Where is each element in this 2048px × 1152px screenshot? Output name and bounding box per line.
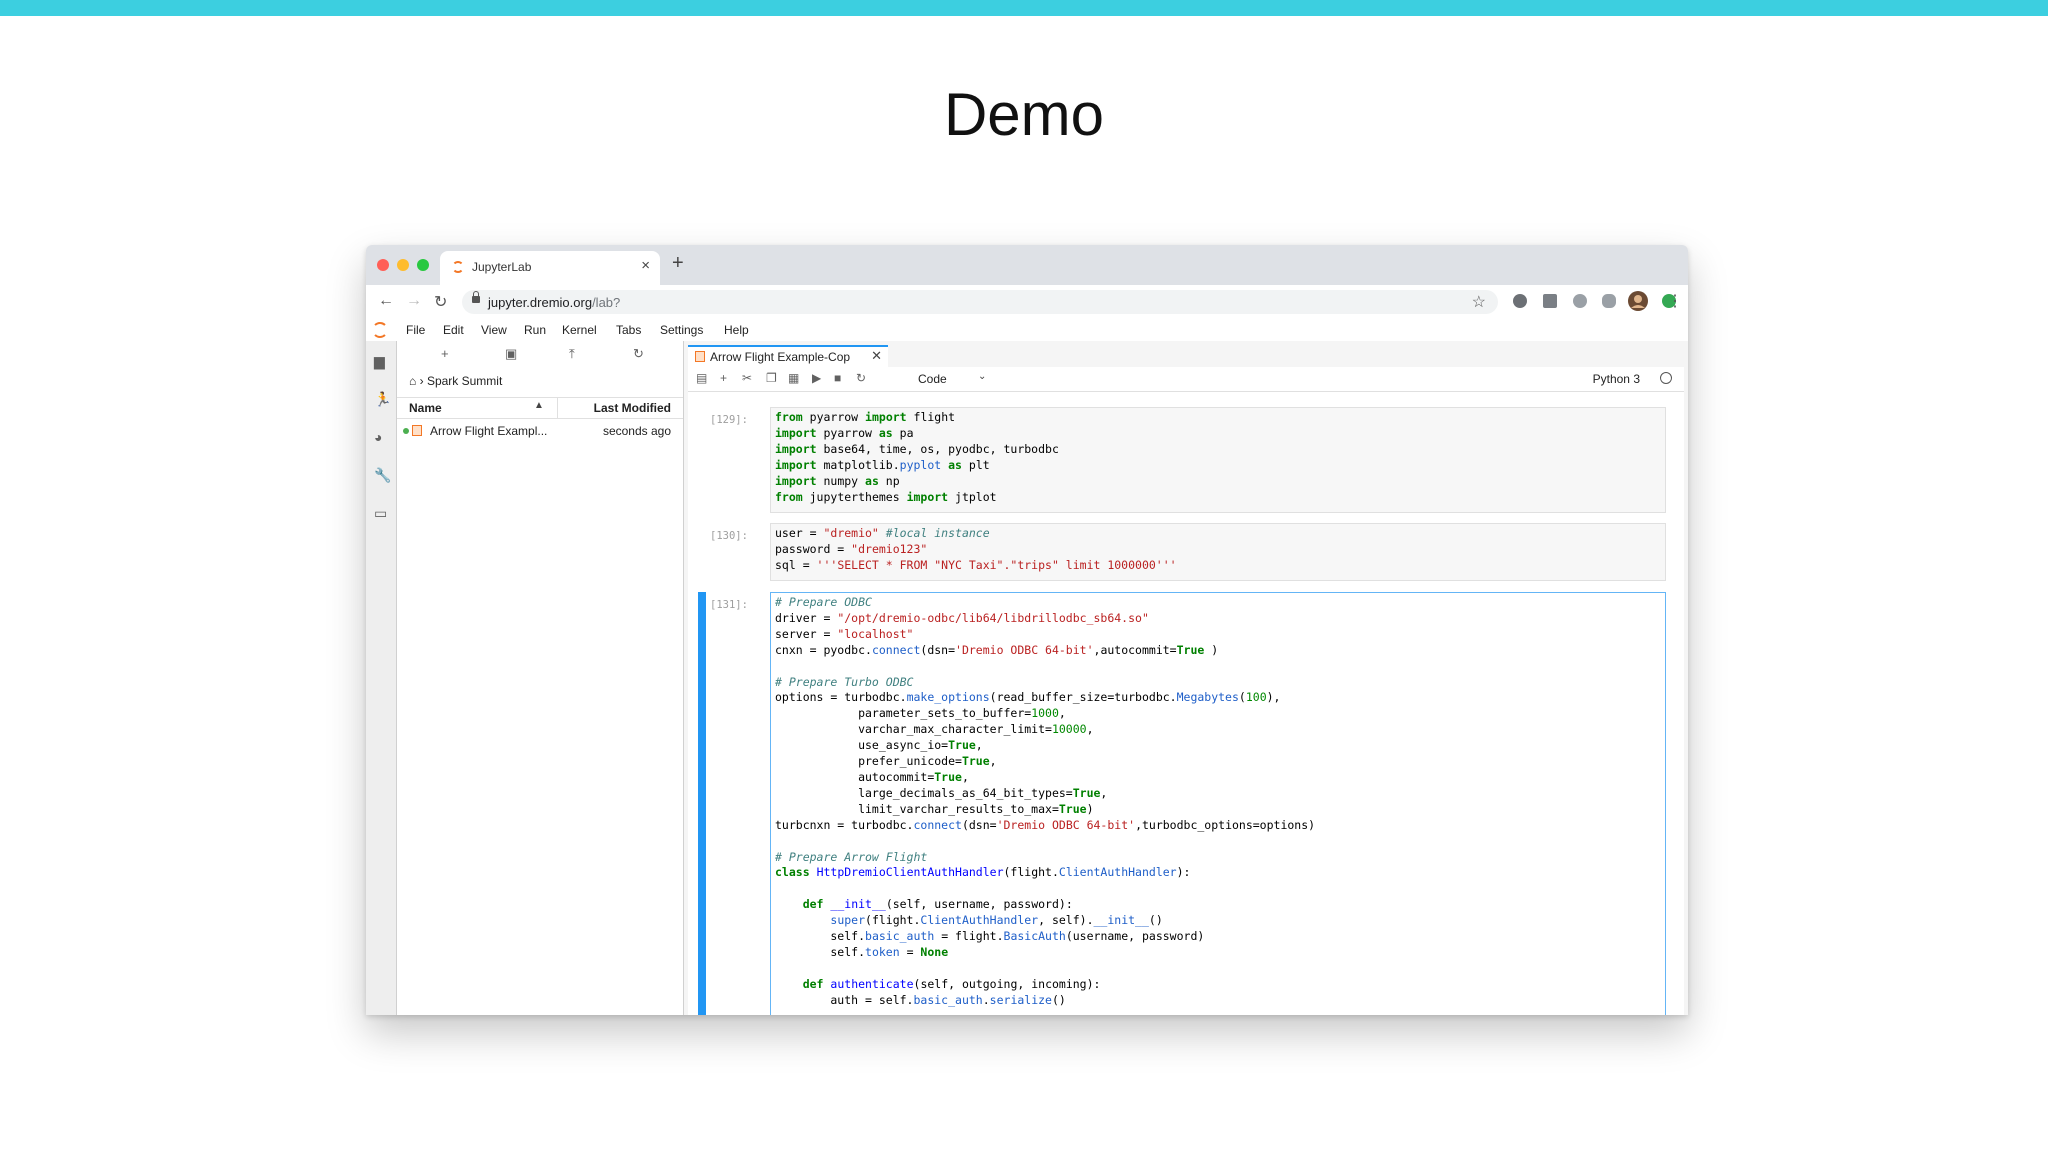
notebook-tab[interactable]: Arrow Flight Example-Cop ✕ <box>688 345 888 367</box>
cell-editor[interactable]: # Prepare ODBC driver = "/opt/dremio-odb… <box>770 592 1666 1015</box>
menu-kernel[interactable]: Kernel <box>562 323 597 337</box>
browser-tab-strip: JupyterLab × + <box>366 245 1688 285</box>
extension-4-icon[interactable] <box>1602 294 1616 308</box>
window-minimize-button[interactable] <box>397 259 409 271</box>
notebook-toolbar: ▤ + ✂ ❐ ▦ ▶ ■ ↻ Code ⌄ Python 3 <box>688 367 1684 392</box>
column-modified-header[interactable]: Last Modified <box>594 401 671 415</box>
notebook-tab-close-icon[interactable]: ✕ <box>871 348 882 364</box>
browser-tab-close-icon[interactable]: × <box>641 257 650 274</box>
restart-kernel-icon[interactable]: ↻ <box>856 371 866 385</box>
menu-settings[interactable]: Settings <box>660 323 703 337</box>
breadcrumb: ⌂ › Spark Summit <box>409 374 502 388</box>
address-bar-row: ← → ↻ jupyter.dremio.org/lab? ☆ ⋮ <box>366 285 1688 320</box>
lock-icon <box>472 291 480 305</box>
new-tab-plus-icon[interactable]: + <box>672 252 684 275</box>
menu-file[interactable]: File <box>406 323 425 337</box>
bookmark-star-icon[interactable]: ☆ <box>1472 292 1486 312</box>
copy-icon[interactable]: ❐ <box>766 371 777 385</box>
running-icon[interactable]: 🏃 <box>374 391 391 408</box>
menu-edit[interactable]: Edit <box>443 323 464 337</box>
file-list-item[interactable]: Arrow Flight Exampl... seconds ago <box>397 421 683 441</box>
browser-window: JupyterLab × + ← → ↻ jupyter.dremio.org/… <box>366 245 1688 1015</box>
insert-cell-plus-icon[interactable]: + <box>720 371 727 385</box>
save-icon[interactable]: ▤ <box>696 371 707 385</box>
forward-arrow-icon[interactable]: → <box>406 292 422 310</box>
file-browser-panel: + ▣ ⤒ ↻ ⌂ › Spark Summit Name ▲ Last Mod… <box>397 341 684 1015</box>
main-dock-area: Arrow Flight Example-Cop ✕ ▤ + ✂ ❐ ▦ ▶ ■… <box>684 341 1688 1015</box>
palette-icon[interactable]: ◕ <box>374 429 382 445</box>
notebook-tab-title: Arrow Flight Example-Cop <box>710 350 851 364</box>
extension-2-icon[interactable] <box>1543 294 1557 308</box>
slide-title: Demo <box>943 81 1105 148</box>
new-folder-icon[interactable]: ▣ <box>505 346 517 362</box>
file-name: Arrow Flight Exampl... <box>430 424 548 438</box>
back-arrow-icon[interactable]: ← <box>378 292 394 310</box>
cell-editor[interactable]: user = "dremio" #local instance password… <box>770 523 1666 581</box>
cell-prompt: [130]: <box>710 530 748 542</box>
chevron-down-icon[interactable]: ⌄ <box>978 371 986 382</box>
browser-tab-jupyterlab[interactable]: JupyterLab × <box>440 251 660 285</box>
jupyter-favicon-icon <box>452 261 464 273</box>
slide-accent-bar <box>0 0 2048 16</box>
extension-3-icon[interactable] <box>1573 294 1587 308</box>
tabs-icon[interactable]: ▭ <box>374 505 387 522</box>
file-modified: seconds ago <box>602 424 671 438</box>
stop-icon[interactable]: ■ <box>834 371 841 385</box>
kernel-status-icon <box>1660 372 1672 384</box>
extension-1-icon[interactable] <box>1513 294 1527 308</box>
cut-scissors-icon[interactable]: ✂ <box>742 371 752 385</box>
cell-prompt: [129]: <box>710 414 748 426</box>
notebook-body: [129]: from pyarrow import flight import… <box>688 392 1684 1015</box>
cell-prompt: [131]: <box>710 599 748 611</box>
sort-ascending-icon: ▲ <box>534 400 544 411</box>
window-zoom-button[interactable] <box>417 259 429 271</box>
browser-tab-title: JupyterLab <box>472 260 532 274</box>
url-input[interactable]: jupyter.dremio.org/lab? ☆ <box>462 290 1498 314</box>
left-activity-bar: ▆ 🏃 ◕ 🔧 ▭ <box>366 341 397 1015</box>
window-close-button[interactable] <box>377 259 389 271</box>
wrench-icon[interactable]: 🔧 <box>374 467 391 484</box>
file-list-header: Name ▲ Last Modified <box>397 397 683 419</box>
menu-help[interactable]: Help <box>724 323 749 337</box>
jupyter-menubar: File Edit View Run Kernel Tabs Settings … <box>366 319 1688 342</box>
reload-icon[interactable]: ↻ <box>434 292 447 312</box>
breadcrumb-folder[interactable]: Spark Summit <box>427 374 502 388</box>
notebook-tab-icon <box>695 351 705 362</box>
active-cell-indicator <box>698 592 706 1015</box>
breadcrumb-separator: › <box>419 374 424 388</box>
running-indicator-icon <box>403 428 409 434</box>
refresh-icon[interactable]: ↻ <box>633 346 644 362</box>
menu-run[interactable]: Run <box>524 323 546 337</box>
url-text: jupyter.dremio.org/lab? <box>488 295 621 310</box>
cell-code: from pyarrow import flight import pyarro… <box>775 410 1059 504</box>
menu-tabs[interactable]: Tabs <box>616 323 641 337</box>
kernel-name[interactable]: Python 3 <box>1593 372 1640 386</box>
cell-editor[interactable]: from pyarrow import flight import pyarro… <box>770 407 1666 513</box>
upload-icon[interactable]: ⤒ <box>569 346 575 362</box>
jupyter-logo-icon <box>372 322 388 338</box>
cell-type-select[interactable]: Code <box>918 372 947 386</box>
column-name-header[interactable]: Name <box>409 401 442 415</box>
cell-code: user = "dremio" #local instance password… <box>775 526 1177 572</box>
new-launcher-plus-icon[interactable]: + <box>441 346 449 361</box>
cell-code: # Prepare ODBC driver = "/opt/dremio-odb… <box>775 595 1316 1007</box>
folder-icon[interactable]: ▆ <box>374 353 385 370</box>
run-play-icon[interactable]: ▶ <box>812 371 821 385</box>
notebook-file-icon <box>412 425 422 436</box>
menu-view[interactable]: View <box>481 323 507 337</box>
browser-menu-kebab-icon[interactable]: ⋮ <box>1667 291 1683 311</box>
home-icon[interactable]: ⌂ <box>409 374 416 388</box>
profile-avatar-icon[interactable] <box>1628 291 1648 311</box>
column-divider <box>557 398 558 418</box>
paste-icon[interactable]: ▦ <box>788 371 799 385</box>
